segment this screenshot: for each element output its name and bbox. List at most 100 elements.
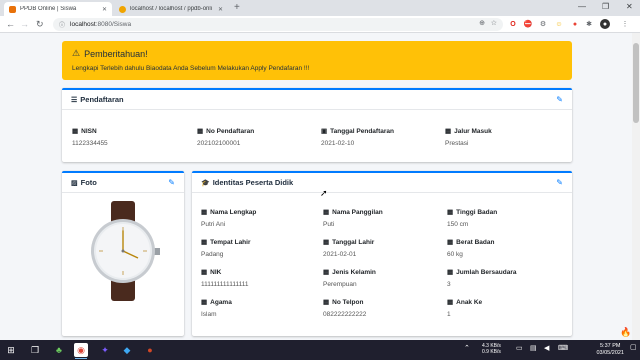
field-value: Perempuan [323,281,357,288]
notifications-icon[interactable]: ▢ [630,344,637,351]
chrome-taskbar-icon[interactable]: ◉ [74,343,88,357]
clock-time: 5:37 PM [599,343,621,349]
table-icon: ▦ [72,128,79,135]
label-text: Berat Badan [456,238,495,246]
table-icon: ▦ [447,299,454,306]
card-title: 🎓 Identitas Peserta Didik [201,178,293,187]
info-icon[interactable]: ⓘ [59,20,65,29]
edit-pendaftaran-pencil-icon[interactable]: ✎ [556,95,563,104]
card-header: 🎓 Identitas Peserta Didik ✎ [192,173,572,193]
field-tinggi-badan: ▦ Tinggi Badan 150 cm [447,208,498,229]
tab-label: PPDB Online | Siswa [20,6,77,12]
back-arrow-icon[interactable]: ← [6,19,15,29]
system-clock[interactable]: 5:37 PM 03/05/2021 [596,343,624,357]
tray-chevron-icon[interactable]: ⌃ [464,345,470,352]
page-content: ⚠ Pemberitahuan! Lengkapi Terlebih dahul… [0,33,640,340]
profile-avatar[interactable]: ● [600,19,610,29]
table-icon: ▦ [201,269,208,276]
field-value: 202102100001 [197,140,241,147]
image-icon: ▨ [71,179,78,187]
puzzle-extensions-icon[interactable]: ✱ [584,19,594,29]
field-label: ▦ No Pendaftaran [197,127,255,136]
field-value: 1 [447,311,451,318]
foto-title: Foto [80,178,97,187]
label-text: Anak Ke [456,298,483,306]
field-nama-lengkap: ▦ Nama Lengkap Putri Ani [201,208,256,229]
reload-icon[interactable]: ↻ [36,19,44,29]
edit-identitas-pencil-icon[interactable]: ✎ [556,178,563,187]
table-icon: ▦ [323,209,330,216]
label-text: NISN [81,127,97,135]
label-text: Jalur Masuk [454,127,492,135]
field-value: 60 kg [447,251,463,258]
clock-date: 03/05/2021 [596,350,624,356]
browser-tab-phpmyadmin[interactable]: localhost / localhost / ppdb-onli ✕ [114,2,228,16]
url-host: localhost [70,21,96,28]
active-app-indicator [75,358,87,359]
task-view-icon[interactable]: ❐ [28,343,42,357]
new-tab-plus-icon[interactable]: + [234,3,240,13]
field-label: ▦ Tinggi Badan [447,208,498,217]
table-icon: ▦ [447,269,454,276]
adblock-extension-icon[interactable]: ⛔ [523,19,533,29]
red-extension-icon[interactable]: ● [570,19,580,29]
field-value: 082222222222 [323,311,367,318]
field-value: 1122334455 [72,140,108,147]
field-value: Puti [323,221,335,228]
table-icon: ▦ [201,209,208,216]
volume-icon[interactable]: ◀ [544,345,549,352]
edit-foto-pencil-icon[interactable]: ✎ [168,178,175,187]
field-label: ▦ Anak Ke [447,298,483,307]
language-icon[interactable]: ⌨ [558,345,568,352]
battery-icon[interactable]: ▭ [516,345,523,352]
graduation-cap-icon: 🎓 [201,179,210,187]
forward-arrow-icon[interactable]: → [20,19,29,29]
field-value: 111111111111111 [201,281,249,288]
fire-icon: 🔥 [620,327,632,337]
label-text: No Pendaftaran [206,127,255,135]
minimize-icon[interactable]: — [578,2,586,11]
phpmyadmin-favicon-icon [119,5,126,13]
mouse-cursor-icon: ➚ [320,188,328,198]
field-nama-panggilan: ▦ Nama Panggilan Puti [323,208,383,229]
field-nik: ▦ NIK 111111111111111 [201,268,249,289]
field-label: ▦ No Telpon [323,298,366,307]
field-value: 2021-02-01 [323,251,357,258]
card-title: ▨ Foto [71,178,97,187]
address-bar[interactable]: ⓘ localhost :8080/Siswa ⊕ ☆ [53,18,503,31]
card-header: ▨ Foto ✎ [62,173,184,193]
scrollbar-thumb[interactable] [633,43,639,123]
extension-icon[interactable]: ⚙ [538,19,548,29]
bookmark-star-icon[interactable]: ☆ [491,19,497,27]
field-label: ▦ Jenis Kelamin [323,268,376,277]
foto-card: ▨ Foto ✎ [62,171,184,336]
emoji-extension-icon[interactable]: ☺ [554,19,564,29]
field-label: ▦ Agama [201,298,232,307]
label-text: Jenis Kelamin [332,268,376,276]
alert-title-row: ⚠ Pemberitahuan! [72,48,562,59]
opera-extension-icon[interactable]: O [508,19,518,29]
net-down: 0.9 KB/s [482,349,501,355]
label-text: Agama [210,298,232,306]
browser-menu-icon[interactable]: ⋮ [620,19,630,29]
field-jalur-masuk: ▦ Jalur Masuk Prestasi [445,127,492,148]
zoom-icon[interactable]: ⊕ [479,19,485,27]
windows-start-icon[interactable]: ⊞ [4,343,18,357]
window-close-icon[interactable]: ✕ [626,2,633,11]
field-value: Prestasi [445,140,469,147]
app-taskbar-icon[interactable]: ✦ [98,343,112,357]
powerpoint-taskbar-icon[interactable]: ● [143,343,157,357]
vscode-taskbar-icon[interactable]: ◆ [120,343,134,357]
browser-tab-ppdb[interactable]: PPDB Online | Siswa ✕ [4,2,112,16]
field-no-pendaftaran: ▦ No Pendaftaran 202102100001 [197,127,255,148]
network-icon[interactable]: ▤ [530,345,537,352]
close-icon[interactable]: ✕ [102,6,107,13]
field-value: Islam [201,311,217,318]
table-icon: ▦ [201,239,208,246]
field-label: ▦ Nama Panggilan [323,208,383,217]
close-icon[interactable]: ✕ [218,6,223,13]
label-text: Tinggi Badan [456,208,498,216]
game-app-icon[interactable]: ♣ [52,343,66,357]
card-title: ☰ Pendaftaran [71,95,124,104]
maximize-icon[interactable]: ❐ [602,2,609,11]
